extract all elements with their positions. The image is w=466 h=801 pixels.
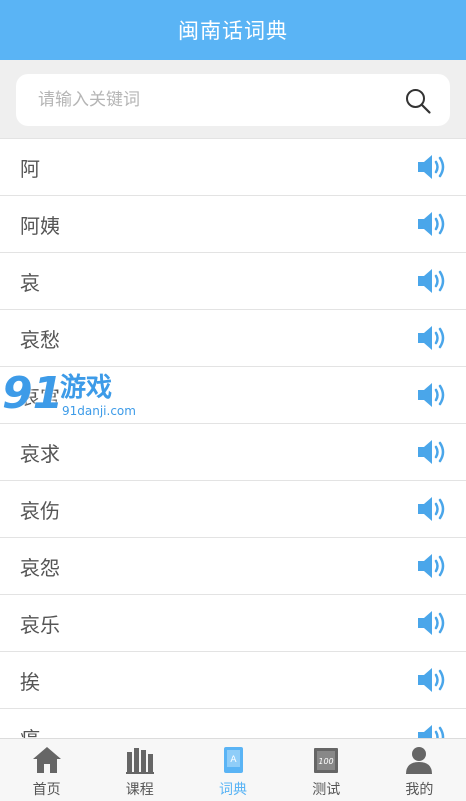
list-item[interactable]: 阿 xyxy=(0,138,466,195)
app-header: 闽南话词典 xyxy=(0,0,466,60)
test-icon: 100 xyxy=(314,748,339,773)
tab-dictionary[interactable]: A 词典 xyxy=(186,739,279,801)
search-input[interactable] xyxy=(36,89,400,111)
word-label: 哀宫 xyxy=(20,384,60,409)
list-item[interactable]: 哀 xyxy=(0,252,466,309)
speaker-icon[interactable] xyxy=(416,722,448,738)
search-bar xyxy=(0,60,466,138)
speaker-icon[interactable] xyxy=(416,380,448,410)
word-label: 癌 xyxy=(20,723,40,739)
word-label: 挨 xyxy=(20,669,40,694)
bottom-tab-bar: 首页 课程 A 词典 100 测试 我的 xyxy=(0,738,466,801)
word-label: 阿 xyxy=(20,156,40,181)
speaker-icon[interactable] xyxy=(416,608,448,638)
search-icon[interactable] xyxy=(404,87,432,115)
speaker-icon[interactable] xyxy=(416,266,448,296)
speaker-icon[interactable] xyxy=(416,494,448,524)
tab-courses[interactable]: 课程 xyxy=(93,739,186,801)
tab-label: 测试 xyxy=(312,782,341,798)
list-item[interactable]: 哀乐 xyxy=(0,594,466,651)
word-label: 阿姨 xyxy=(20,213,60,238)
list-item[interactable]: 哀伤 xyxy=(0,480,466,537)
speaker-icon[interactable] xyxy=(416,665,448,695)
word-label: 哀乐 xyxy=(20,612,60,637)
home-icon xyxy=(32,747,61,773)
tab-label: 我的 xyxy=(405,782,434,798)
list-item[interactable]: 哀愁 xyxy=(0,309,466,366)
speaker-icon[interactable] xyxy=(416,209,448,239)
list-item[interactable]: 阿姨 xyxy=(0,195,466,252)
word-list: 阿 阿姨 哀 哀愁 哀宫 哀求 哀伤 哀怨 哀乐 挨 癌 xyxy=(0,138,466,738)
search-box[interactable] xyxy=(16,74,450,126)
svg-text:A: A xyxy=(230,755,237,765)
speaker-icon[interactable] xyxy=(416,437,448,467)
word-label: 哀 xyxy=(20,270,40,295)
speaker-icon[interactable] xyxy=(416,551,448,581)
tab-label: 课程 xyxy=(125,782,154,798)
list-item[interactable]: 哀怨 xyxy=(0,537,466,594)
list-item[interactable]: 哀宫 xyxy=(0,366,466,423)
tab-label: 词典 xyxy=(219,782,247,798)
tab-test[interactable]: 100 测试 xyxy=(280,739,373,801)
word-label: 哀伤 xyxy=(20,498,60,523)
dictionary-icon: A xyxy=(224,747,243,773)
speaker-icon[interactable] xyxy=(416,323,448,353)
list-item[interactable]: 挨 xyxy=(0,651,466,708)
word-label: 哀愁 xyxy=(20,327,60,352)
tab-home[interactable]: 首页 xyxy=(0,739,93,801)
speaker-icon[interactable] xyxy=(416,152,448,182)
list-item[interactable]: 癌 xyxy=(0,708,466,738)
list-item[interactable]: 哀求 xyxy=(0,423,466,480)
tab-profile[interactable]: 我的 xyxy=(373,739,466,801)
word-label: 哀求 xyxy=(20,441,60,466)
books-icon xyxy=(125,748,154,774)
page-title: 闽南话词典 xyxy=(178,19,288,43)
word-label: 哀怨 xyxy=(20,555,60,580)
tab-label: 首页 xyxy=(32,782,61,798)
user-icon xyxy=(406,747,433,774)
svg-text:100: 100 xyxy=(319,757,334,766)
